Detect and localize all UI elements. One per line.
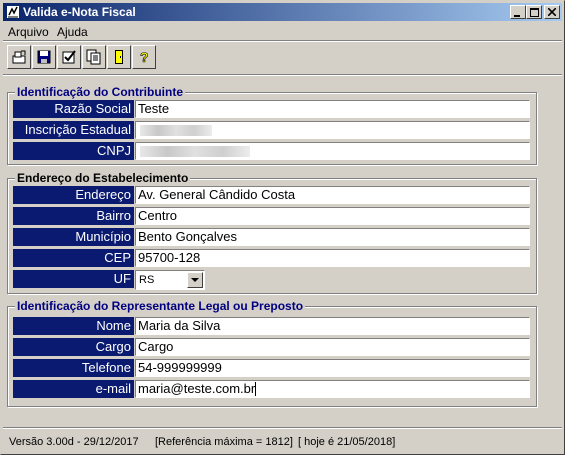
status-reference: [Referência máxima = 1812] [155,436,293,448]
contribuinte-group: Identificação do Contribuinte Razão Soci… [7,85,537,165]
menu-ajuda[interactable]: Ajuda [57,25,88,39]
maximize-icon [529,8,539,17]
menu-divider [3,40,562,42]
minimize-button[interactable] [510,5,526,19]
help-button[interactable]: ? [132,45,156,69]
cargo-field[interactable]: Cargo [135,338,530,356]
bairro-label: Bairro [13,207,134,225]
close-icon [547,7,557,17]
endereco-group-title: Endereço do Estabelecimento [15,171,191,185]
status-version: Versão 3.00d - 29/12/2017 [9,436,139,448]
validate-check-icon [62,50,76,64]
menu-bar: Arquivo Ajuda [3,23,562,41]
save-icon [37,50,51,64]
minimize-icon [514,15,520,17]
save-button[interactable] [32,45,56,69]
copy-button[interactable] [82,45,106,69]
menu-arquivo[interactable]: Arquivo [8,25,49,39]
nome-label: Nome [13,317,134,335]
representante-group-title: Identificação do Representante Legal ou … [15,299,306,313]
email-value: maria@teste.com.br [138,381,256,396]
close-button[interactable] [544,5,560,19]
open-button[interactable] [7,45,31,69]
title-bar[interactable]: Valida e-Nota Fiscal [3,3,562,21]
email-label: e-mail [13,380,134,398]
inscricao-label: Inscrição Estadual [13,121,134,139]
app-window: Valida e-Nota Fiscal Arquivo Ajuda ? Ide… [0,0,565,455]
toolbar-divider [3,74,562,76]
municipio-field[interactable]: Bento Gonçalves [135,228,530,246]
cnpj-field[interactable] [135,142,530,160]
endereco-field[interactable]: Av. General Cândido Costa [135,186,530,204]
contribuinte-group-title: Identificação do Contribuinte [15,85,186,99]
window-title: Valida e-Nota Fiscal [23,5,136,19]
text-cursor [255,382,257,396]
copy-list-icon [86,49,101,65]
svg-text:?: ? [140,49,149,65]
nome-field[interactable]: Maria da Silva [135,317,530,335]
municipio-label: Município [13,228,134,246]
endereco-group: Endereço do Estabelecimento Endereço Av.… [7,171,537,294]
help-question-icon: ? [140,49,149,65]
cep-label: CEP [13,249,134,267]
razao-social-label: Razão Social [13,100,134,118]
endereco-label: Endereço [13,186,134,204]
telefone-label: Telefone [13,359,134,377]
uf-dropdown-button[interactable] [187,272,203,288]
telefone-field[interactable]: 54-999999999 [135,359,530,377]
razao-social-field[interactable]: Teste [135,100,530,118]
email-field[interactable]: maria@teste.com.br [135,380,530,398]
representante-group: Identificação do Representante Legal ou … [7,299,537,407]
cnpj-label: CNPJ [13,142,134,160]
status-bar: Versão 3.00d - 29/12/2017 [Referência má… [3,427,562,452]
inscricao-field[interactable] [135,121,530,139]
exit-door-icon [115,50,123,64]
maximize-button[interactable] [526,5,542,19]
bairro-field[interactable]: Centro [135,207,530,225]
uf-selected-value: RS [139,274,155,286]
validate-button[interactable] [57,45,81,69]
redacted-value [140,125,212,136]
exit-button[interactable] [107,45,131,69]
uf-select[interactable]: RS [135,270,205,290]
uf-label: UF [13,270,134,288]
cargo-label: Cargo [13,338,134,356]
app-icon [7,6,19,18]
chevron-down-icon [191,278,199,282]
redacted-value [140,146,250,157]
cep-field[interactable]: 95700-128 [135,249,530,267]
open-file-icon [12,50,26,64]
status-today: [ hoje é 21/05/2018] [298,436,396,448]
